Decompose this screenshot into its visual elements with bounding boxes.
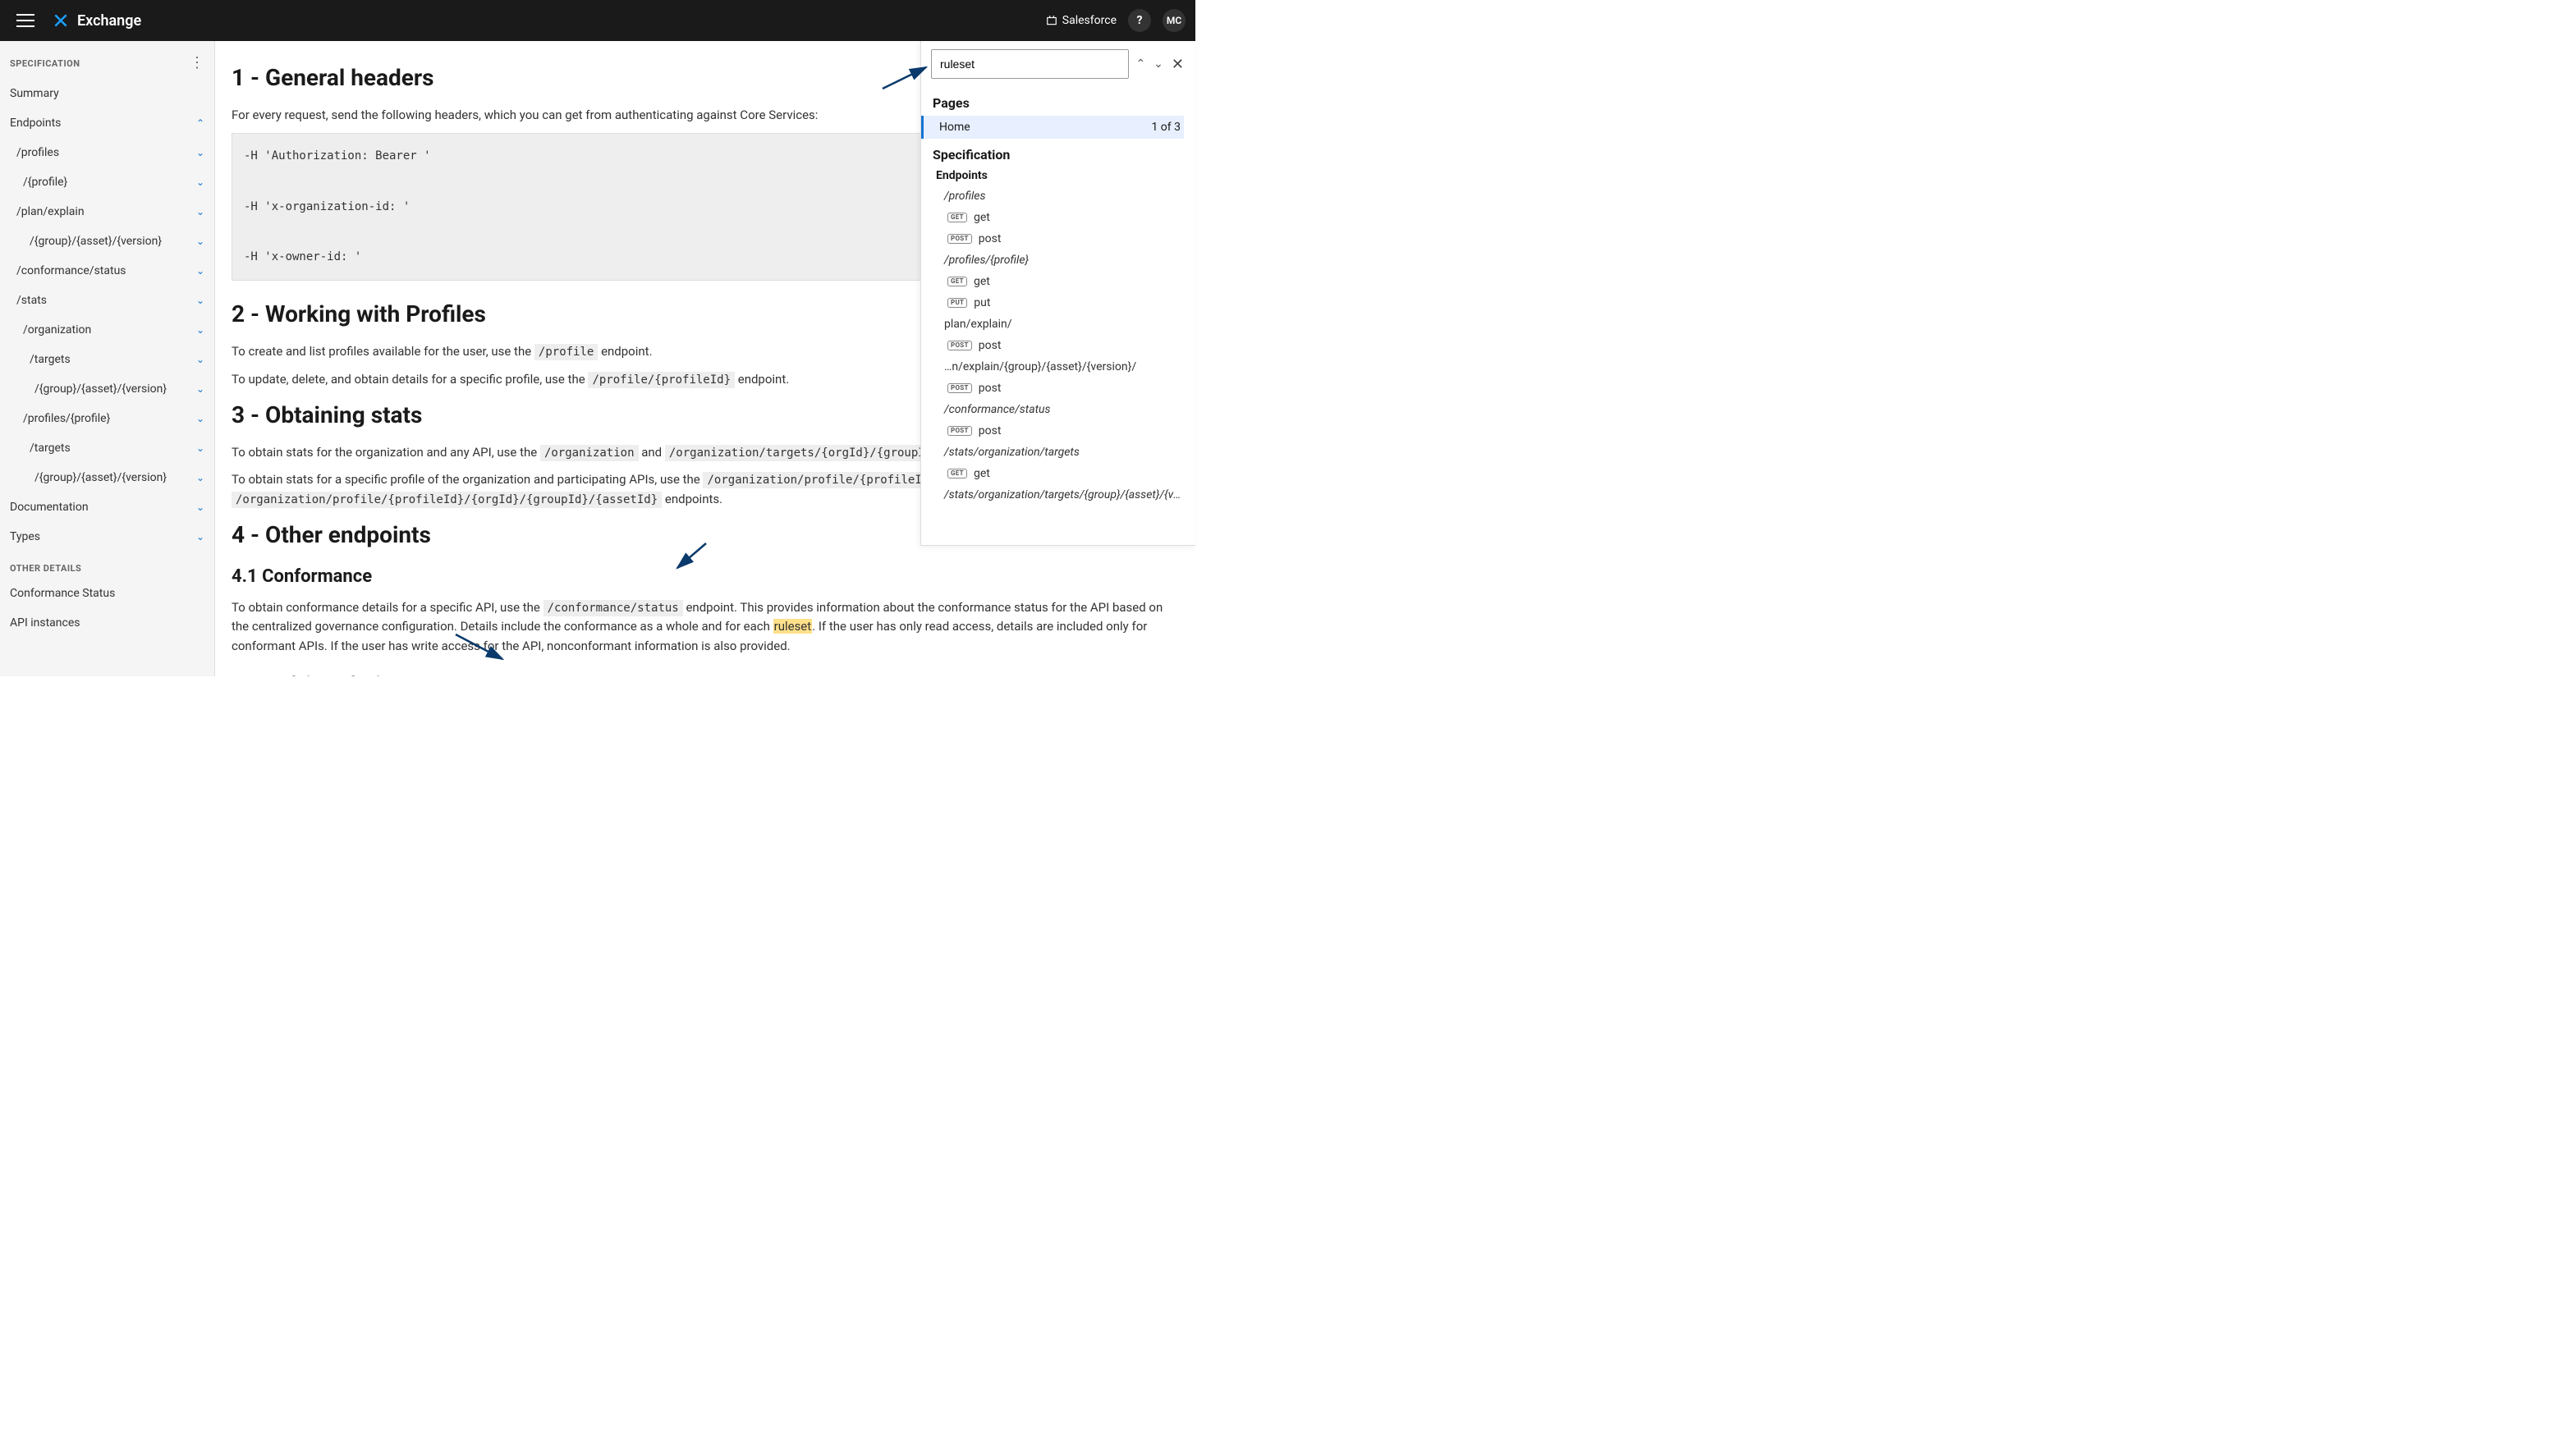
inline-code: /organization/profile/{profileId}/{orgId… [232,492,662,508]
search-prev-button[interactable]: ⌃ [1134,57,1147,71]
search-endpoint[interactable]: /profiles/{profile} [933,250,1184,271]
sidebar-menu-icon[interactable]: ⋮ [190,56,204,71]
chevron-down-icon: ⌄ [196,324,204,336]
chevron-down-icon: ⌄ [196,354,204,365]
inline-code: /profile/{profileId} [588,372,735,388]
method-badge: POST [947,383,972,394]
method-badge: POST [947,341,972,351]
search-spec-label: Specification [933,147,1184,163]
chevron-down-icon: ⌄ [196,442,204,454]
sidebar-item[interactable]: /{group}/{asset}/{version}⌄ [0,227,214,256]
search-result-count: 1 of 3 [1151,121,1181,134]
chevron-up-icon: ⌃ [196,117,204,129]
inline-code: /organization/profile/{profileId} [703,472,939,488]
chevron-down-icon: ⌄ [196,472,204,483]
sidebar-item[interactable]: /{group}/{asset}/{version}⌄ [0,374,214,404]
sidebar-item[interactable]: /stats⌄ [0,286,214,315]
inline-code: /organization [540,445,639,461]
org-icon [1046,15,1057,26]
sidebar-item[interactable]: /conformance/status⌄ [0,256,214,286]
search-endpoints-label: Endpoints [936,169,1184,182]
chevron-down-icon: ⌄ [196,236,204,247]
chevron-down-icon: ⌄ [196,206,204,217]
org-switcher[interactable]: Salesforce [1046,14,1117,27]
search-method[interactable]: POSTpost [933,228,1184,250]
method-badge: GET [947,213,967,223]
sidebar: SPECIFICATION ⋮ Summary Endpoints ⌃ /pro… [0,41,215,676]
search-method[interactable]: GETget [933,463,1184,484]
search-method[interactable]: PUTput [933,292,1184,314]
sidebar-item[interactable]: /profiles/{profile}⌄ [0,404,214,433]
org-label: Salesforce [1062,14,1117,27]
topbar: Exchange Salesforce ? MC [0,0,1195,41]
method-badge: POST [947,234,972,245]
search-result-home[interactable]: Home 1 of 3 [921,116,1184,139]
chevron-down-icon: ⌄ [196,501,204,513]
sidebar-item[interactable]: /{profile}⌄ [0,167,214,197]
method-badge: GET [947,469,967,479]
chevron-down-icon: ⌄ [196,176,204,188]
sidebar-item[interactable]: /organization⌄ [0,315,214,345]
search-endpoint[interactable]: …n/explain/{group}/{asset}/{version}/ [933,356,1184,378]
sidebar-item[interactable]: /{group}/{asset}/{version}⌄ [0,463,214,492]
sidebar-item-conformance-status[interactable]: Conformance Status [0,579,214,608]
search-close-button[interactable]: ✕ [1170,56,1186,73]
inline-code: /profile [534,344,598,360]
sidebar-item[interactable]: /plan/explain⌄ [0,197,214,227]
search-endpoint[interactable]: /stats/organization/targets [933,442,1184,463]
chevron-down-icon: ⌄ [196,383,204,395]
sidebar-item-types[interactable]: Types ⌄ [0,522,214,552]
sidebar-item-endpoints[interactable]: Endpoints ⌃ [0,108,214,138]
search-endpoint[interactable]: /stats/organization/targets/{group}/{ass… [933,484,1184,506]
sidebar-item[interactable]: /targets⌄ [0,345,214,374]
menu-icon[interactable] [16,14,34,27]
heading-42: 4.2 Explain endpoints [232,674,1172,676]
sidebar-other-label: OTHER DETAILS [0,552,214,579]
sidebar-item[interactable]: /profiles⌄ [0,138,214,167]
chevron-down-icon: ⌄ [196,265,204,277]
sidebar-item-summary[interactable]: Summary [0,79,214,108]
help-button[interactable]: ? [1128,9,1151,32]
heading-41: 4.1 Conformance [232,566,1172,587]
search-panel: ⌃ ⌄ ✕ Pages Home 1 of 3 Specification En… [920,41,1195,546]
method-badge: PUT [947,298,967,309]
sidebar-spec-label: SPECIFICATION [10,58,80,69]
search-next-button[interactable]: ⌄ [1152,57,1165,71]
search-method[interactable]: GETget [933,207,1184,228]
search-method[interactable]: POSTpost [933,420,1184,442]
inline-code: /conformance/status [543,600,683,616]
chevron-down-icon: ⌄ [196,531,204,543]
sidebar-item-api-instances[interactable]: API instances [0,608,214,638]
search-endpoint[interactable]: /conformance/status [933,399,1184,420]
search-endpoint[interactable]: /profiles [933,185,1184,207]
search-pages-label: Pages [933,95,1184,111]
paragraph: To obtain conformance details for a spec… [232,598,1172,656]
sidebar-item-documentation[interactable]: Documentation ⌄ [0,492,214,522]
search-method[interactable]: POSTpost [933,378,1184,399]
method-badge: POST [947,426,972,437]
search-highlight: ruleset [773,619,813,634]
sidebar-item[interactable]: /targets⌄ [0,433,214,463]
chevron-down-icon: ⌄ [196,413,204,424]
method-badge: GET [947,277,967,287]
brand-label: Exchange [77,12,141,30]
exchange-logo-icon [53,12,69,29]
search-method[interactable]: GETget [933,271,1184,292]
chevron-down-icon: ⌄ [196,295,204,306]
search-input[interactable] [931,49,1129,79]
search-endpoint[interactable]: plan/explain/ [933,314,1184,335]
avatar[interactable]: MC [1163,9,1186,32]
chevron-down-icon: ⌄ [196,147,204,158]
search-method[interactable]: POSTpost [933,335,1184,356]
